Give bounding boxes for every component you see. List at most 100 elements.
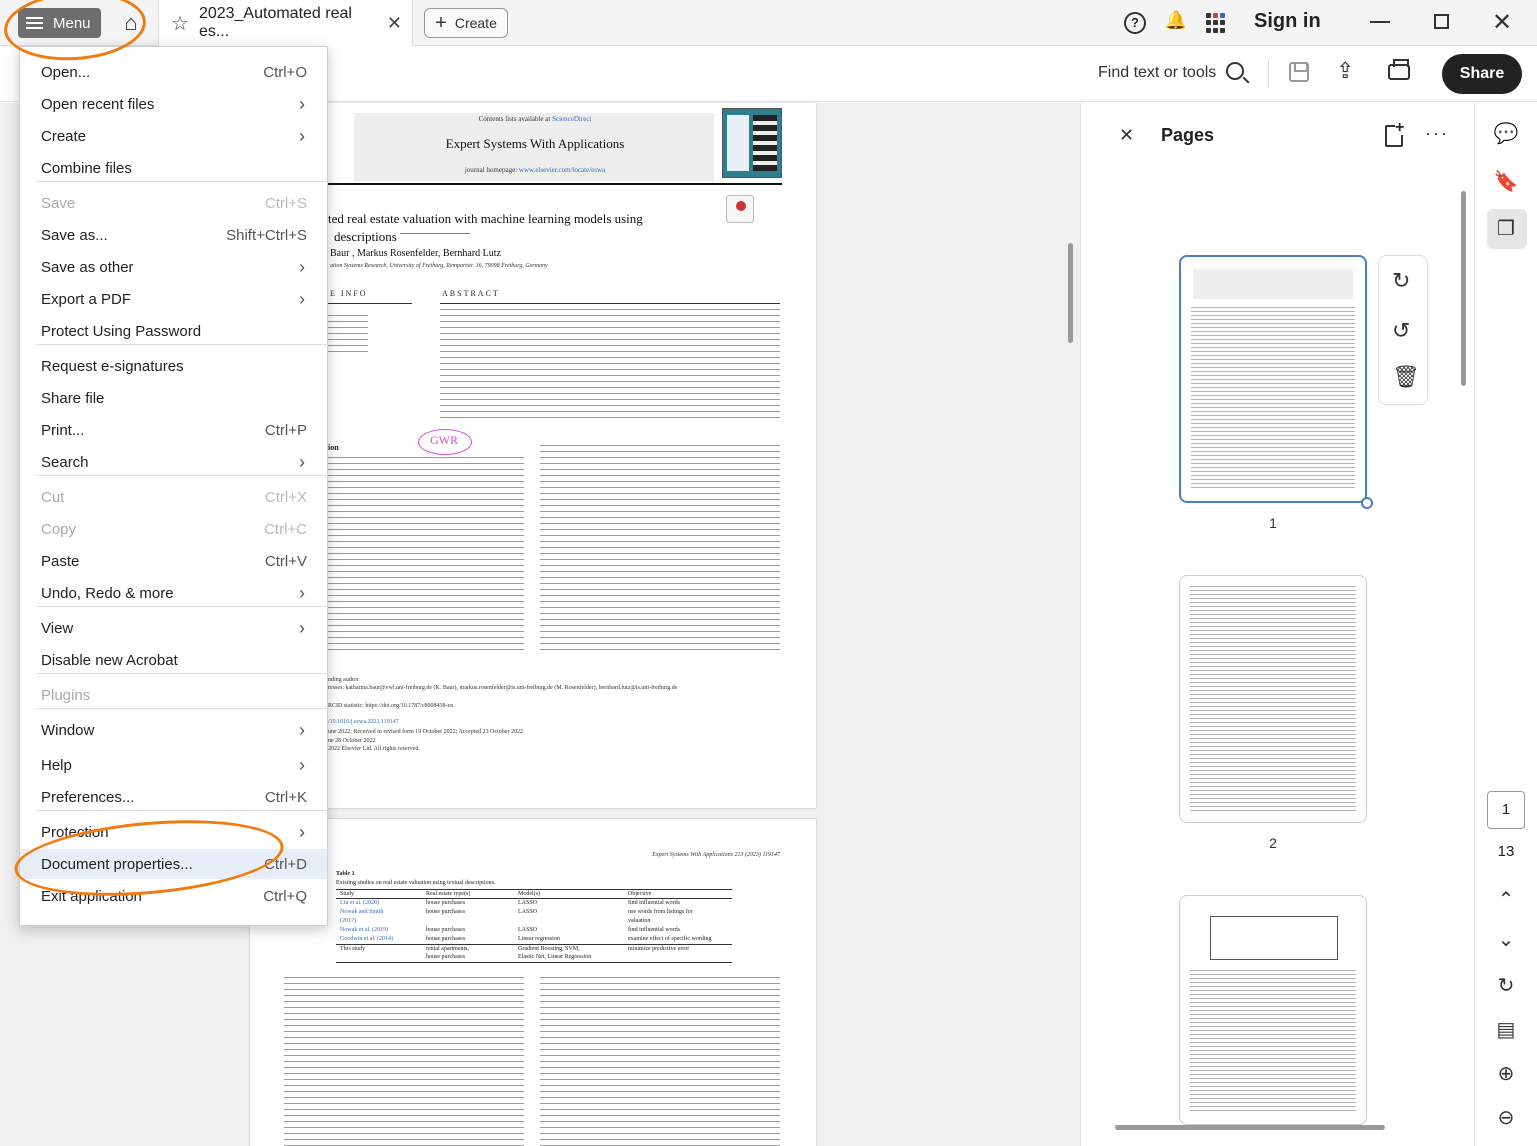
- menu-item-label: Plugins: [41, 686, 91, 704]
- contents-line: Contents lists available at ScienceDirec…: [478, 115, 592, 123]
- rotate-clockwise-icon[interactable]: ↻: [1392, 268, 1410, 294]
- table-header-cell: Real estate type(s): [426, 891, 471, 897]
- menu-item-save-as[interactable]: Save as... Shift+Ctrl+S: [20, 220, 327, 250]
- menu-item-view[interactable]: View ›: [20, 613, 327, 643]
- thumb-text: [1190, 586, 1356, 812]
- page-fit-icon[interactable]: ▤: [1493, 1017, 1519, 1043]
- footnote-doi[interactable]: /10.1016/j.eswa.2022.119147: [328, 719, 399, 725]
- chevron-right-icon: ›: [299, 617, 305, 638]
- thumbnail-tools: ↻ ↺ 🗑: [1378, 255, 1428, 405]
- print-icon[interactable]: [1388, 59, 1410, 80]
- header-rule: [322, 183, 782, 185]
- page-thumbnail-3[interactable]: [1179, 895, 1367, 1125]
- thumbnail-resize-handle[interactable]: [1361, 497, 1373, 509]
- menu-item-help[interactable]: Help ›: [20, 750, 327, 780]
- pdf-page-2: Expert Systems With Applications 213 (20…: [250, 819, 816, 1146]
- search-icon[interactable]: [1226, 62, 1244, 80]
- menu-item-open-recent-files[interactable]: Open recent files ›: [20, 89, 327, 119]
- pages-panel-scrollbar[interactable]: [1461, 191, 1466, 386]
- sign-in-button[interactable]: Sign in: [1254, 10, 1321, 33]
- sciencedirect-link[interactable]: ScienceDirect: [552, 115, 591, 123]
- menu-item-open[interactable]: Open... Ctrl+O: [20, 57, 327, 87]
- pages-panel-title: Pages: [1161, 125, 1215, 145]
- star-icon[interactable]: ☆: [171, 11, 189, 36]
- check-for-updates-badge[interactable]: [726, 195, 754, 223]
- more-options-icon[interactable]: ···: [1425, 123, 1449, 144]
- rotate-counterclockwise-icon[interactable]: ↺: [1392, 318, 1410, 344]
- pdf-page-1: Contents lists available at ScienceDirec…: [250, 103, 816, 808]
- comments-icon[interactable]: 💬: [1493, 121, 1519, 147]
- menu-item-request-e-signatures[interactable]: Request e-signatures: [20, 351, 327, 381]
- section-heading: ion: [328, 443, 339, 452]
- body-column-left: [328, 457, 524, 655]
- menu-item-undo-redo-more[interactable]: Undo, Redo & more ›: [20, 578, 327, 608]
- body-column-left: [284, 977, 524, 1146]
- share-button[interactable]: Share: [1442, 54, 1522, 94]
- notifications-bell-icon[interactable]: 🔔: [1164, 10, 1188, 34]
- menu-item-create[interactable]: Create ›: [20, 121, 327, 151]
- insert-page-icon[interactable]: [1385, 121, 1405, 147]
- footnote-orcid: RCID statistic: https://doi.org/10.1787/…: [328, 703, 455, 709]
- table-row: (2017) valuation: [340, 918, 651, 924]
- menu-item-label: Save as...: [41, 226, 108, 244]
- menu-item-copy: Copy Ctrl+C: [20, 514, 327, 544]
- bookmarks-icon[interactable]: 🔖: [1493, 169, 1519, 195]
- page-thumbnail-1[interactable]: [1179, 255, 1367, 503]
- pages-panel: ✕ Pages ··· 1 ↻ ↺ 🗑 2: [1080, 103, 1474, 1146]
- menu-item-search[interactable]: Search ›: [20, 447, 327, 477]
- pages-icon[interactable]: ❐: [1493, 216, 1519, 242]
- zoom-in-icon[interactable]: ⊕: [1493, 1061, 1519, 1087]
- menu-item-label: Help: [41, 756, 72, 774]
- paper-title-line2: descriptions: [334, 229, 397, 244]
- minimize-window-icon[interactable]: [1370, 21, 1390, 23]
- create-button[interactable]: + Create: [424, 8, 508, 38]
- current-page-input[interactable]: 1: [1487, 791, 1525, 829]
- menu-item-paste[interactable]: Paste Ctrl+V: [20, 546, 327, 576]
- menu-item-combine-files[interactable]: Combine files: [20, 153, 327, 183]
- paper-affiliation: ation Systems Research, University of Fr…: [330, 263, 548, 269]
- page-thumbnail-2[interactable]: [1179, 575, 1367, 823]
- chevron-right-icon: ›: [299, 256, 305, 277]
- menu-item-shortcut: Shift+Ctrl+S: [226, 226, 307, 244]
- cloud-upload-icon[interactable]: ⇪: [1336, 58, 1354, 84]
- close-tab-icon[interactable]: ✕: [387, 13, 402, 34]
- footnote-emails: resses: katharina.baur@vwl.uni-freiburg.…: [328, 685, 678, 691]
- menu-item-plugins: Plugins: [20, 680, 327, 710]
- menu-item-cut: Cut Ctrl+X: [20, 482, 327, 512]
- table-header-cell: Study: [340, 891, 355, 897]
- menu-item-shortcut: Ctrl+P: [264, 421, 307, 439]
- maximize-window-icon[interactable]: [1434, 14, 1449, 29]
- help-icon[interactable]: ?: [1124, 12, 1146, 34]
- abstract-rule: [440, 303, 780, 304]
- find-text-or-tools[interactable]: Find text or tools: [1098, 64, 1216, 82]
- markup-gwr-text: GWR: [430, 433, 458, 447]
- close-panel-icon[interactable]: ✕: [1119, 125, 1134, 146]
- table-row: house purchases Elastic Net, Linear Regre…: [426, 954, 592, 960]
- menu-item-share-file[interactable]: Share file: [20, 383, 327, 413]
- menu-item-disable-new-acrobat[interactable]: Disable new Acrobat: [20, 645, 327, 675]
- journal-homepage-link[interactable]: www.elsevier.com/locate/eswa: [519, 166, 605, 174]
- thumb-text: [1191, 307, 1355, 491]
- save-icon[interactable]: [1289, 62, 1309, 82]
- delete-page-icon[interactable]: 🗑: [1392, 364, 1420, 390]
- menu-item-window[interactable]: Window ›: [20, 715, 327, 745]
- menu-item-label: Save: [41, 194, 76, 212]
- menu-item-save-as-other[interactable]: Save as other ›: [20, 252, 327, 282]
- menu-item-protect-using-password[interactable]: Protect Using Password: [20, 316, 327, 346]
- menu-item-preferences[interactable]: Preferences... Ctrl+K: [20, 782, 327, 812]
- pages-panel-horizontal-scrollbar[interactable]: [1115, 1125, 1385, 1130]
- zoom-out-icon[interactable]: ⊖: [1493, 1105, 1519, 1131]
- apps-grid-icon[interactable]: [1206, 13, 1226, 33]
- close-window-icon[interactable]: ✕: [1492, 8, 1512, 37]
- menu-item-export-a-pdf[interactable]: Export a PDF ›: [20, 284, 327, 314]
- refresh-icon[interactable]: ↻: [1493, 973, 1519, 999]
- chevron-right-icon: ›: [299, 93, 305, 114]
- previous-page-icon[interactable]: ⌃: [1493, 887, 1519, 913]
- studies-table: Study Real estate type(s) Model(s) Objec…: [336, 889, 732, 963]
- next-page-icon[interactable]: ⌄: [1493, 927, 1519, 953]
- document-scrollbar[interactable]: [1068, 243, 1073, 343]
- chevron-right-icon: ›: [299, 719, 305, 740]
- menu-item-print[interactable]: Print... Ctrl+P: [20, 415, 327, 445]
- document-tab[interactable]: ☆ 2023_Automated real es... ✕: [158, 0, 413, 46]
- create-button-label: Create: [454, 15, 497, 31]
